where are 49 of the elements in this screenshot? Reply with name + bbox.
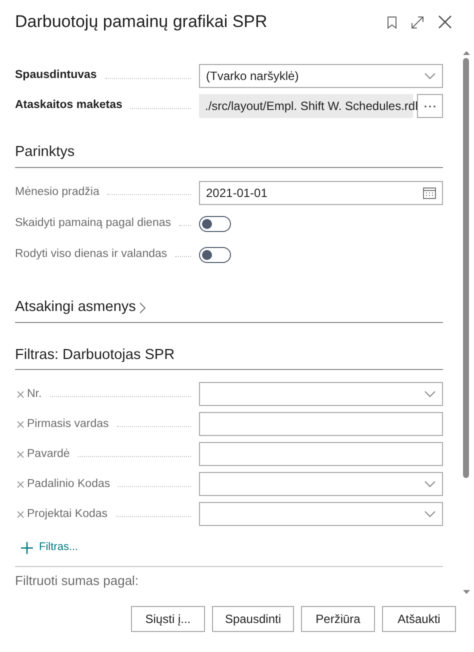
chevron-down-icon [424,390,436,398]
input-field[interactable] [199,412,443,436]
field-label: Pirmasis vardas [27,416,109,432]
field-label: Spausdintuvas [15,68,97,84]
plus-icon [21,542,33,554]
field-label: Rodyti viso dienas ir valandas [15,247,168,262]
chevron-down-icon [424,480,436,488]
scrollbar-thumb[interactable] [463,58,469,478]
dialog-button[interactable]: Siųsti į... [130,606,205,632]
field-label: Ataskaitos maketas [15,98,122,114]
dropdown-field[interactable] [199,502,443,526]
section-toggle[interactable]: Atsakingi asmenys [15,296,146,318]
remove-filter-icon[interactable] [17,480,24,488]
dialog-button[interactable]: Peržiūra [301,606,375,632]
section-title: Filtras: Darbuotojas SPR [15,346,175,364]
field-label: Mėnesio pradžia [15,185,100,200]
scroll-up-icon[interactable] [462,50,470,55]
remove-filter-icon[interactable] [17,450,24,458]
bookmark-icon[interactable] [387,16,397,28]
close-icon[interactable] [438,15,452,29]
input-field[interactable] [199,442,443,466]
date-field[interactable]: 2021-01-01 [199,180,443,205]
dialog-button[interactable]: Spausdinti [212,606,294,632]
dropdown-field[interactable] [199,472,443,496]
remove-filter-icon[interactable] [17,420,24,428]
field-label: Padalinio Kodas [27,476,110,492]
field-label: Skaidyti pamainą pagal dienas [15,216,171,232]
toggle-switch[interactable] [199,246,231,263]
section-title: Parinktys [15,143,75,162]
remove-filter-icon[interactable] [17,510,24,518]
window-title: Darbuotojų pamainų grafikai SPR [15,11,268,34]
ellipsis-icon [424,104,436,108]
expand-icon[interactable] [411,16,424,28]
scroll-down-icon[interactable] [462,590,470,595]
remove-filter-icon[interactable] [17,390,24,398]
add-filter-button[interactable]: Filtras... [21,539,78,556]
dropdown-field[interactable]: (Tvarko naršyklė) [199,64,443,88]
field-label: Pavardė [27,446,70,462]
calendar-icon [423,186,436,199]
chevron-down-icon [424,72,436,80]
toggle-switch[interactable] [199,216,231,232]
chevron-right-icon [138,302,146,314]
dialog-button[interactable]: Atšaukti [382,606,456,632]
dropdown-field[interactable] [199,382,443,406]
chevron-down-icon [424,510,436,518]
field-label: Nr. [27,386,42,402]
field-label: Projektai Kodas [27,506,108,522]
section-title: Filtruoti sumas pagal: [15,572,140,590]
more-button[interactable] [417,94,443,118]
